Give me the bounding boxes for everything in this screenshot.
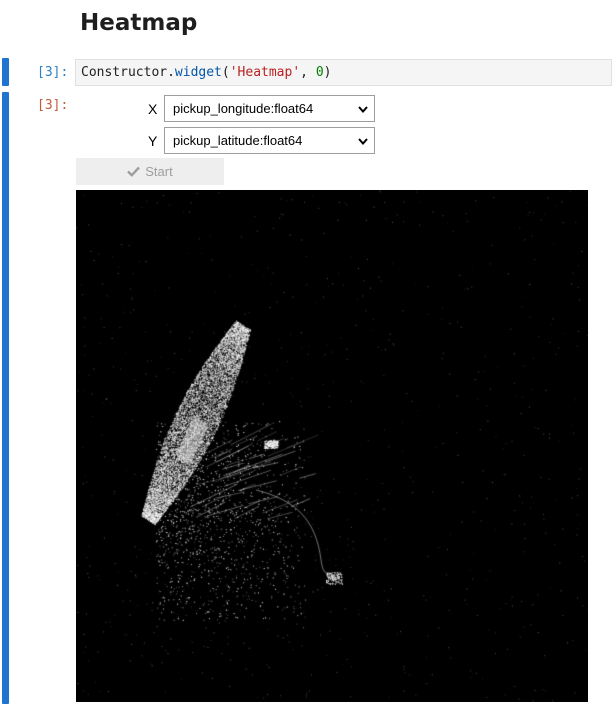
start-button[interactable]: Start (76, 158, 224, 185)
chevron-down-icon (358, 138, 368, 146)
code-number-arg: 0 (315, 65, 324, 80)
input-cell-collapser[interactable] (2, 58, 9, 86)
code-editor[interactable]: Constructor.widget('Heatmap', 0) (75, 59, 612, 86)
code-method: widget (174, 65, 222, 80)
code-close-paren: ) (323, 65, 332, 80)
code-open-paren: ( (221, 65, 230, 80)
output-prompt: [3]: (37, 98, 69, 113)
x-axis-label: X (148, 101, 158, 117)
x-axis-select[interactable]: pickup_longitude:float64 (164, 95, 375, 122)
code-string-arg: 'Heatmap' (229, 65, 301, 80)
code-object: Constructor (81, 65, 168, 80)
start-button-label: Start (145, 164, 173, 179)
y-axis-select-value: pickup_latitude:float64 (173, 133, 303, 148)
y-axis-label: Y (148, 133, 158, 149)
heatmap-image (76, 190, 588, 702)
code-separator: , (300, 65, 316, 80)
input-prompt: [3]: (37, 65, 69, 80)
x-axis-select-value: pickup_longitude:float64 (173, 101, 314, 116)
y-axis-select[interactable]: pickup_latitude:float64 (164, 127, 375, 154)
code-dot: . (167, 65, 175, 80)
output-cell-collapser[interactable] (2, 92, 9, 704)
chevron-down-icon (358, 106, 368, 114)
check-icon (127, 166, 141, 177)
section-heading: Heatmap (80, 10, 198, 36)
